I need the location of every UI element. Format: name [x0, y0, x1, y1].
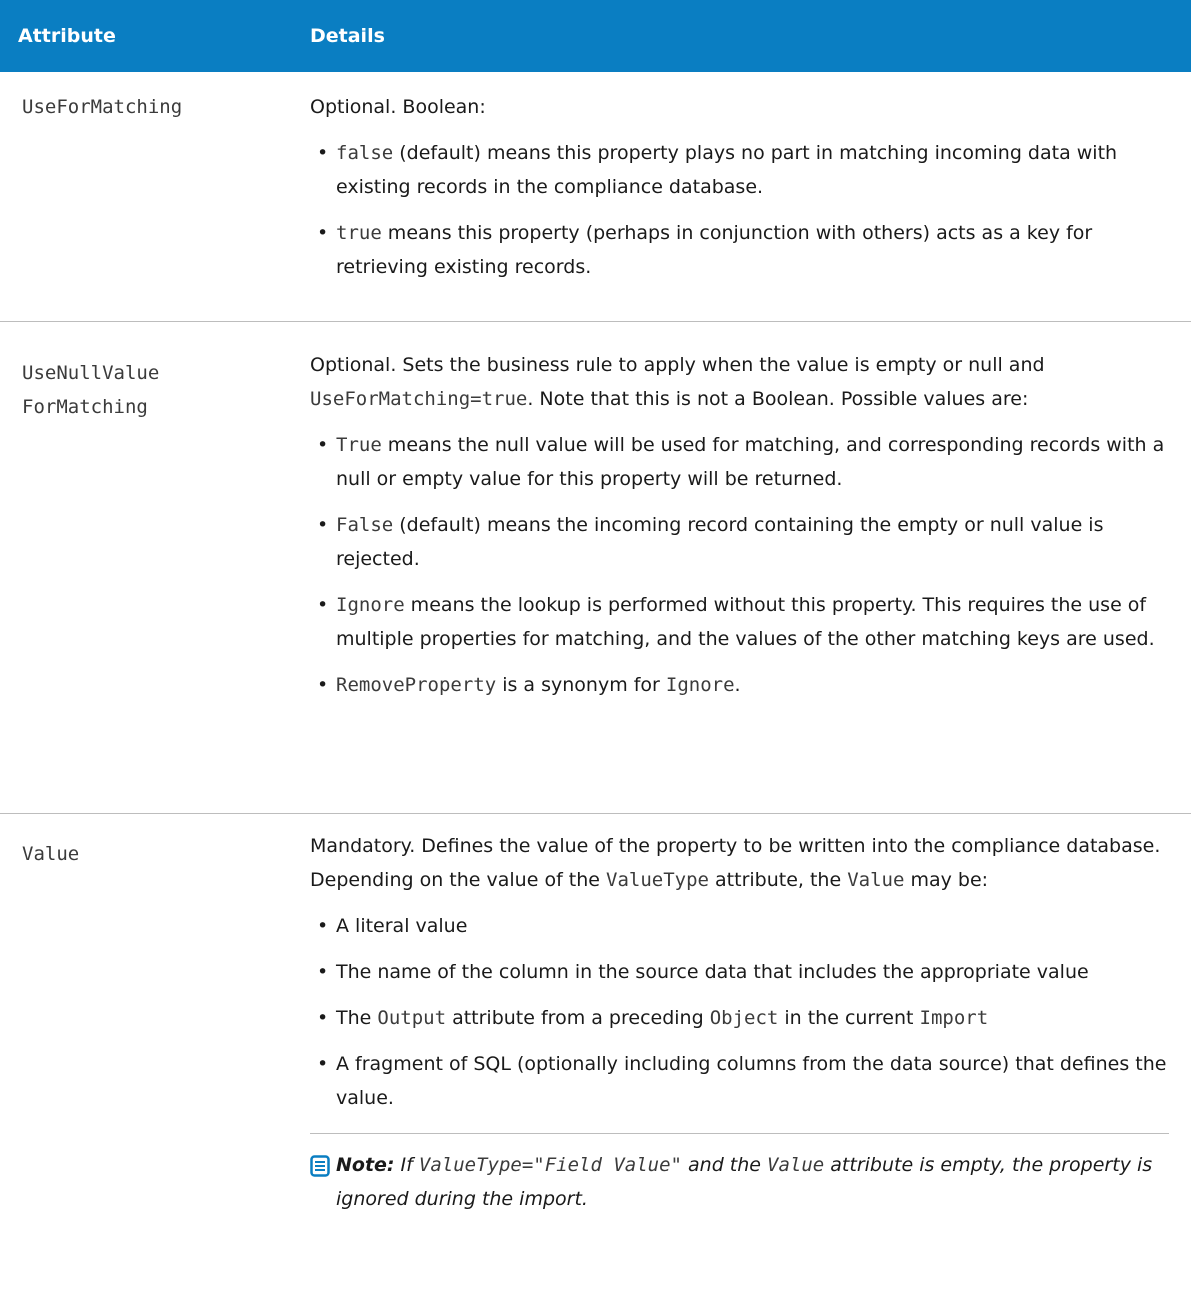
code-value: ValueType="Field Value"	[418, 1154, 682, 1176]
note-icon	[310, 1155, 330, 1177]
details-list: • True means the null value will be used …	[310, 428, 1169, 702]
intro-text: may be:	[904, 869, 989, 891]
note-label: Note:	[336, 1154, 395, 1176]
note-part: and the	[681, 1154, 768, 1176]
item-text: .	[734, 674, 741, 696]
code-value: ValueType	[606, 869, 709, 891]
details-intro: Optional. Boolean:	[310, 96, 486, 118]
details-intro: Optional. Sets the business rule to appl…	[310, 348, 1169, 416]
list-item: • Ignore means the lookup is performed wi…	[310, 588, 1169, 656]
bullet: •	[317, 142, 329, 164]
code-value: Object	[709, 1007, 779, 1029]
code-value: Value	[847, 869, 905, 891]
attribute-details: Mandatory. Defines the value of the prop…	[310, 814, 1191, 1216]
attribute-name: UseNullValue ForMatching	[0, 322, 310, 813]
code-value: True	[336, 434, 382, 456]
code-value: true	[336, 222, 382, 244]
list-item: • false (default) means this property pla…	[310, 136, 1169, 204]
code-value: False	[336, 514, 394, 536]
list-item: • A fragment of SQL (optionally including…	[310, 1047, 1169, 1115]
table-row: Value Mandatory. Defines the value of th…	[0, 814, 1191, 1216]
item-text: means the null value will be used for ma…	[336, 434, 1165, 490]
bullet: •	[317, 434, 329, 456]
code-value: Value	[767, 1154, 825, 1176]
header-attribute: Attribute	[18, 25, 116, 47]
attribute-line: UseForMatching	[22, 96, 183, 118]
attribute-details: Optional. Sets the business rule to appl…	[310, 322, 1191, 813]
attributes-table: Attribute Details UseForMatching Optiona…	[0, 0, 1191, 1216]
details-list: • false (default) means this property pla…	[310, 136, 1169, 284]
list-item: • RemoveProperty is a synonym for Ignore.	[310, 668, 1169, 702]
attribute-name: Value	[0, 814, 310, 1216]
code-value: Output	[377, 1007, 447, 1029]
details-intro: Mandatory. Defines the value of the prop…	[310, 829, 1169, 897]
bullet: •	[317, 514, 329, 536]
list-item: • A literal value	[310, 909, 1169, 943]
attribute-line: Value	[22, 843, 80, 865]
bullet: •	[317, 961, 329, 983]
bullet: •	[317, 1007, 329, 1029]
attribute-line: UseNullValue	[22, 362, 160, 384]
table-header: Attribute Details	[0, 0, 1191, 72]
note-part: If	[400, 1154, 419, 1176]
list-item: • true means this property (perhaps in co…	[310, 216, 1169, 284]
item-text: A fragment of SQL (optionally including …	[336, 1053, 1167, 1109]
code-value: false	[336, 142, 394, 164]
item-text: The	[336, 1007, 378, 1029]
note-text: Note: If ValueType="Field Value" and the …	[336, 1148, 1169, 1216]
bullet: •	[317, 222, 329, 244]
bullet: •	[317, 674, 329, 696]
intro-text: attribute, the	[708, 869, 848, 891]
item-text: means the lookup is performed without th…	[336, 594, 1155, 650]
intro-text: Optional. Sets the business rule to appl…	[310, 354, 1045, 376]
item-text: is a synonym for	[496, 674, 666, 696]
header-details: Details	[310, 25, 385, 47]
list-item: • The Output attribute from a preceding O…	[310, 1001, 1169, 1035]
code-value: Ignore	[665, 674, 735, 696]
code-value: Ignore	[336, 594, 405, 616]
code-value: UseForMatching=true	[310, 388, 528, 410]
table-row: UseForMatching Optional. Boolean: • false…	[0, 72, 1191, 322]
attribute-details: Optional. Boolean: • false (default) mean…	[310, 72, 1191, 321]
attribute-line: ForMatching	[22, 396, 148, 418]
details-list: • A literal value • The name of the column…	[310, 909, 1169, 1115]
code-value: RemoveProperty	[336, 674, 497, 696]
intro-text: . Note that this is not a Boolean. Possi…	[527, 388, 1029, 410]
code-value: Import	[919, 1007, 989, 1029]
item-text: attribute from a preceding	[446, 1007, 710, 1029]
list-item: • True means the null value will be used …	[310, 428, 1169, 496]
list-item: • False (default) means the incoming reco…	[310, 508, 1169, 576]
item-text: (default) means the incoming record cont…	[336, 514, 1104, 570]
item-text: The name of the column in the source dat…	[336, 961, 1089, 983]
item-text: A literal value	[336, 915, 468, 937]
bullet: •	[317, 915, 329, 937]
table-row: UseNullValue ForMatching Optional. Sets …	[0, 322, 1191, 814]
note-icon-wrap	[310, 1148, 336, 1216]
item-text: (default) means this property plays no p…	[336, 142, 1118, 198]
bullet: •	[317, 594, 329, 616]
note-callout: Note: If ValueType="Field Value" and the …	[310, 1133, 1169, 1216]
item-text: in the current	[778, 1007, 920, 1029]
list-item: • The name of the column in the source da…	[310, 955, 1169, 989]
attribute-name: UseForMatching	[0, 72, 310, 321]
bullet: •	[317, 1053, 329, 1075]
item-text: means this property (perhaps in conjunct…	[336, 222, 1093, 278]
